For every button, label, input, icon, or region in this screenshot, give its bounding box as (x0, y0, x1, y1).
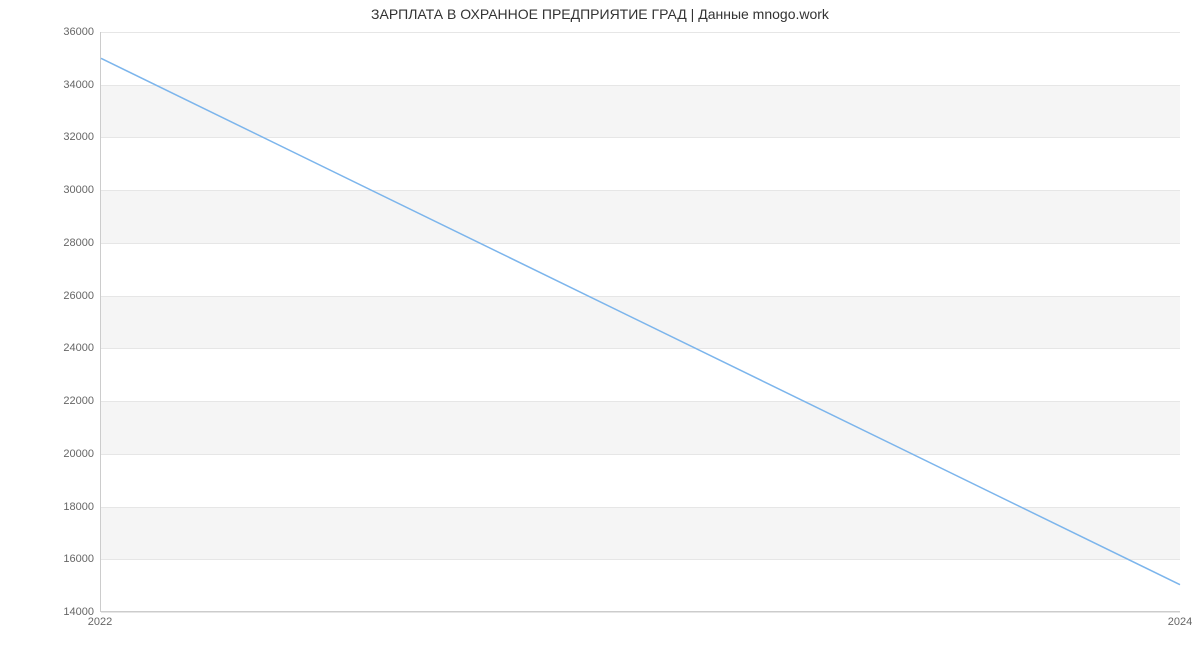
x-tick-label: 2024 (1168, 616, 1192, 628)
y-tick-label: 34000 (14, 79, 94, 91)
y-tick-label: 36000 (14, 26, 94, 38)
x-tick-label: 2022 (88, 616, 112, 628)
chart-container: ЗАРПЛАТА В ОХРАННОЕ ПРЕДПРИЯТИЕ ГРАД | Д… (0, 0, 1200, 650)
y-tick-label: 28000 (14, 237, 94, 249)
chart-title: ЗАРПЛАТА В ОХРАННОЕ ПРЕДПРИЯТИЕ ГРАД | Д… (0, 6, 1200, 22)
y-tick-label: 14000 (14, 606, 94, 618)
y-tick-label: 20000 (14, 448, 94, 460)
y-tick-label: 26000 (14, 290, 94, 302)
y-tick-label: 18000 (14, 501, 94, 513)
gridline (101, 612, 1180, 613)
y-tick-label: 22000 (14, 395, 94, 407)
plot-area (100, 32, 1180, 612)
y-tick-label: 16000 (14, 553, 94, 565)
y-tick-label: 32000 (14, 131, 94, 143)
y-tick-label: 30000 (14, 184, 94, 196)
line-layer (101, 32, 1180, 611)
series-line (101, 58, 1180, 584)
y-tick-label: 24000 (14, 342, 94, 354)
